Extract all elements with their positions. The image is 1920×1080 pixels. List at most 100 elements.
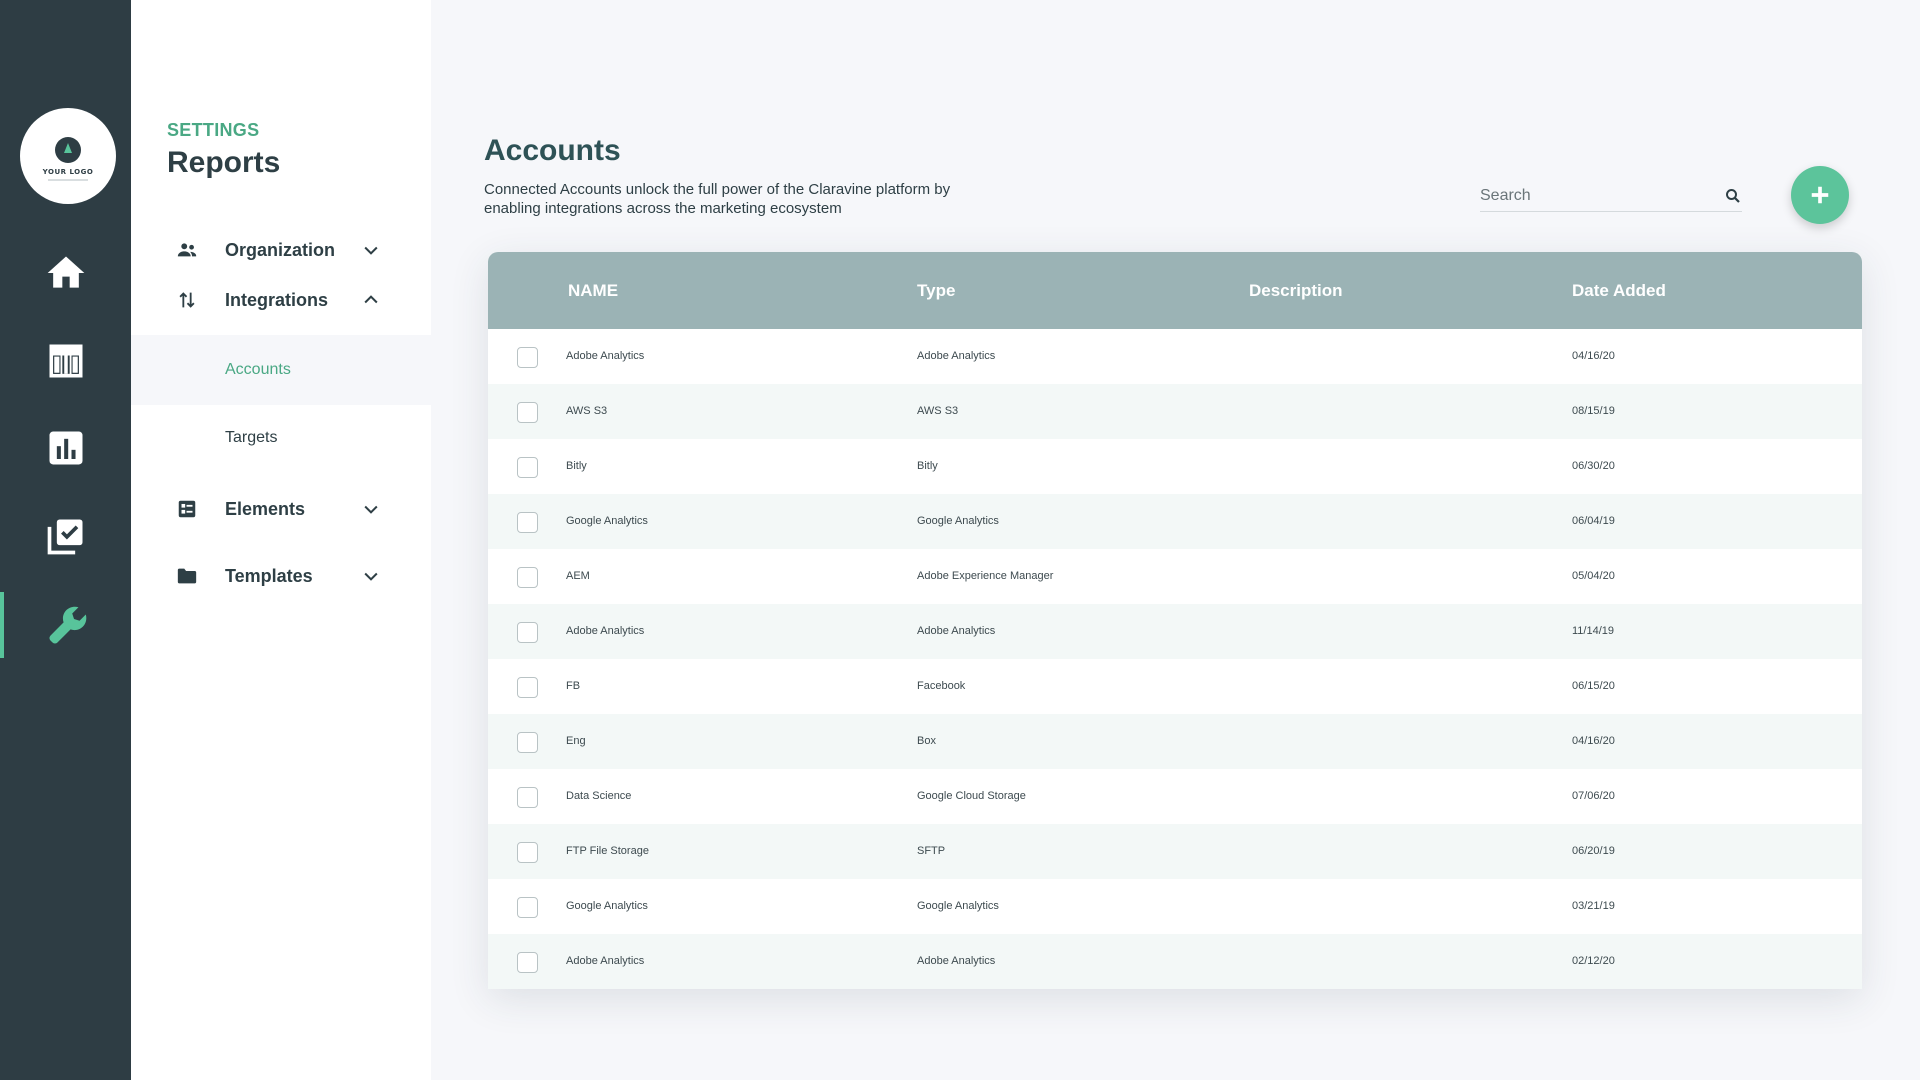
accounts-table: NAME Type Description Date Added Adobe A… <box>488 252 1862 989</box>
cell-name: Google Analytics <box>566 515 648 527</box>
home-icon <box>47 256 84 288</box>
cell-type: Adobe Analytics <box>917 625 996 637</box>
cell-date: 06/30/20 <box>1572 460 1615 472</box>
checklist-icon <box>47 519 82 555</box>
chevron-down-icon[interactable] <box>361 240 381 260</box>
cell-name: FTP File Storage <box>566 845 649 857</box>
chevron-up-icon[interactable] <box>361 290 381 310</box>
table-row[interactable]: AWS S3 AWS S3 08/15/19 <box>488 384 1862 439</box>
cell-date: 04/16/20 <box>1572 735 1615 747</box>
cell-date: 06/20/19 <box>1572 845 1615 857</box>
cell-type: Adobe Experience Manager <box>917 570 1054 582</box>
bar-chart-icon <box>49 431 82 465</box>
column-header-date-added[interactable]: Date Added <box>1572 252 1666 329</box>
page-title: Accounts <box>484 134 621 167</box>
search-input[interactable] <box>1480 182 1710 210</box>
settings-panel: SETTINGS Reports Organization Integratio… <box>131 0 431 1080</box>
table-row[interactable]: Adobe Analytics Adobe Analytics 04/16/20 <box>488 329 1862 384</box>
chevron-down-icon[interactable] <box>361 566 381 586</box>
nav-accounts-label: Accounts <box>225 361 291 378</box>
add-account-button[interactable] <box>1791 166 1849 224</box>
row-checkbox[interactable] <box>517 787 538 808</box>
list-box-icon <box>178 500 196 518</box>
cell-date: 08/15/19 <box>1572 405 1615 417</box>
row-checkbox[interactable] <box>517 567 538 588</box>
table-row[interactable]: Eng Box 04/16/20 <box>488 714 1862 769</box>
logo-text: YOUR LOGO <box>42 168 94 176</box>
cell-name: Eng <box>566 735 586 747</box>
nav-targets[interactable]: Targets <box>131 403 431 473</box>
wrench-icon <box>48 606 86 644</box>
row-checkbox[interactable] <box>517 842 538 863</box>
cell-type: SFTP <box>917 845 946 857</box>
column-header-name[interactable]: NAME <box>568 252 618 329</box>
cell-name: AEM <box>566 570 590 582</box>
cell-date: 03/21/19 <box>1572 900 1615 912</box>
table-row[interactable]: AEM Adobe Experience Manager 05/04/20 <box>488 549 1862 604</box>
table-row[interactable]: Bitly Bitly 06/30/20 <box>488 439 1862 494</box>
settings-title: Reports <box>167 146 281 179</box>
folder-icon <box>177 568 197 584</box>
settings-label: SETTINGS <box>167 120 260 140</box>
row-checkbox[interactable] <box>517 677 538 698</box>
cell-date: 02/12/20 <box>1572 955 1615 967</box>
table-row[interactable]: FTP File Storage SFTP 06/20/19 <box>488 824 1862 879</box>
row-checkbox[interactable] <box>517 952 538 973</box>
rail-reports-button[interactable] <box>0 415 131 481</box>
row-checkbox[interactable] <box>517 622 538 643</box>
chevron-down-icon[interactable] <box>361 499 381 519</box>
page-description: Connected Accounts unlock the full power… <box>484 181 951 217</box>
nav-targets-label: Targets <box>225 429 278 446</box>
nav-templates-label: Templates <box>225 565 313 586</box>
swap-arrows-icon <box>179 292 195 308</box>
row-checkbox[interactable] <box>517 402 538 423</box>
logo[interactable]: YOUR LOGO <box>20 108 116 204</box>
cell-date: 05/04/20 <box>1572 570 1615 582</box>
row-checkbox[interactable] <box>517 347 538 368</box>
rail-tasks-button[interactable] <box>0 503 131 569</box>
table-icon <box>49 344 82 378</box>
table-row[interactable]: Google Analytics Google Analytics 06/04/19 <box>488 494 1862 549</box>
nav-integrations[interactable]: Integrations <box>131 280 431 320</box>
cell-name: Google Analytics <box>566 900 648 912</box>
row-checkbox[interactable] <box>517 512 538 533</box>
app-rail: YOUR LOGO <box>0 0 131 1080</box>
search-box <box>1480 182 1742 212</box>
plus-icon <box>1811 186 1829 204</box>
table-header: NAME Type Description Date Added <box>488 252 1862 329</box>
cell-name: Data Science <box>566 790 632 802</box>
cell-type: Google Cloud Storage <box>917 790 1026 802</box>
logo-mark-icon <box>55 137 81 163</box>
table-row[interactable]: Google Analytics Google Analytics 03/21/19 <box>488 879 1862 934</box>
cell-type: AWS S3 <box>917 405 959 417</box>
table-row[interactable]: Adobe Analytics Adobe Analytics 11/14/19 <box>488 604 1862 659</box>
cell-type: Facebook <box>917 680 966 692</box>
column-header-description[interactable]: Description <box>1249 252 1343 329</box>
row-checkbox[interactable] <box>517 732 538 753</box>
row-checkbox[interactable] <box>517 457 538 478</box>
rail-table-button[interactable] <box>0 328 131 394</box>
people-icon <box>177 243 197 257</box>
nav-elements[interactable]: Elements <box>131 489 431 529</box>
cell-date: 04/16/20 <box>1572 350 1615 362</box>
row-checkbox[interactable] <box>517 897 538 918</box>
table-row[interactable]: Adobe Analytics Adobe Analytics 02/12/20 <box>488 934 1862 989</box>
column-header-type[interactable]: Type <box>917 252 955 329</box>
rail-home-button[interactable] <box>0 240 131 306</box>
cell-name: Bitly <box>566 460 587 472</box>
nav-accounts[interactable]: Accounts <box>131 335 431 405</box>
cell-type: Adobe Analytics <box>917 955 996 967</box>
cell-date: 06/15/20 <box>1572 680 1615 692</box>
table-row[interactable]: Data Science Google Cloud Storage 07/06/20 <box>488 769 1862 824</box>
nav-organization-label: Organization <box>225 239 336 260</box>
cell-name: Adobe Analytics <box>566 625 645 637</box>
rail-settings-button[interactable] <box>0 592 131 658</box>
cell-name: Adobe Analytics <box>566 350 645 362</box>
table-row[interactable]: FB Facebook 06/15/20 <box>488 659 1862 714</box>
cell-type: Bitly <box>917 460 938 472</box>
cell-name: FB <box>566 680 581 692</box>
cell-date: 06/04/19 <box>1572 515 1615 527</box>
nav-organization[interactable]: Organization <box>131 230 431 270</box>
nav-templates[interactable]: Templates <box>131 556 431 596</box>
search-icon[interactable] <box>1724 187 1742 205</box>
